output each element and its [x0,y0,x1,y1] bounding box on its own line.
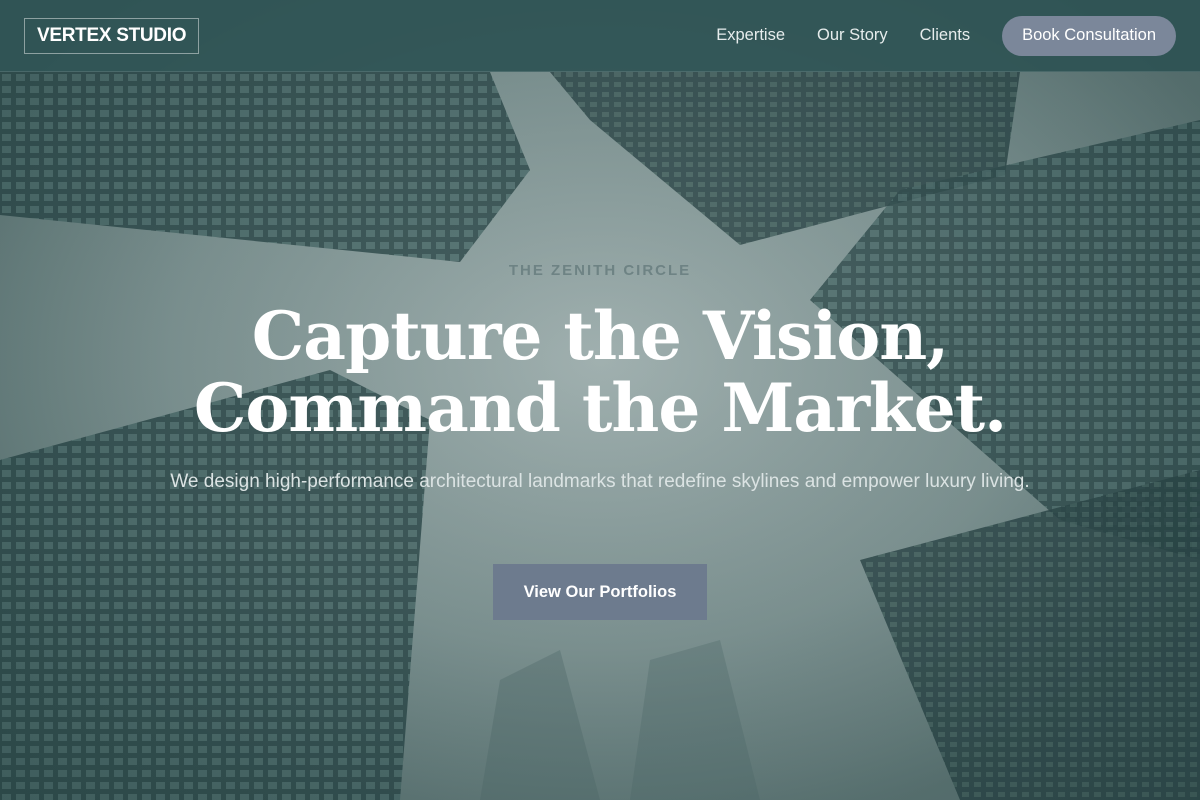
headline-line-1: Capture the Vision, [251,297,949,375]
nav-link-clients[interactable]: Clients [920,26,970,45]
hero-subtext: We design high-performance architectural… [170,471,1030,492]
headline-line-2: Command the Market. [193,369,1007,447]
hero-eyebrow: THE ZENITH CIRCLE [508,262,692,279]
hero-section: THE ZENITH CIRCLE Capture the Vision, Co… [0,72,1200,800]
nav-link-expertise[interactable]: Expertise [716,26,785,45]
view-portfolios-button[interactable]: View Our Portfolios [493,564,707,620]
site-header: VERTEX STUDIO Expertise Our Story Client… [0,0,1200,72]
hero-headline: Capture the Vision, Command the Market. [0,300,1200,444]
book-consultation-button[interactable]: Book Consultation [1002,15,1176,56]
main-nav: Expertise Our Story Clients Book Consult… [716,15,1176,56]
nav-link-our-story[interactable]: Our Story [817,26,888,45]
brand-logo[interactable]: VERTEX STUDIO [24,17,200,54]
